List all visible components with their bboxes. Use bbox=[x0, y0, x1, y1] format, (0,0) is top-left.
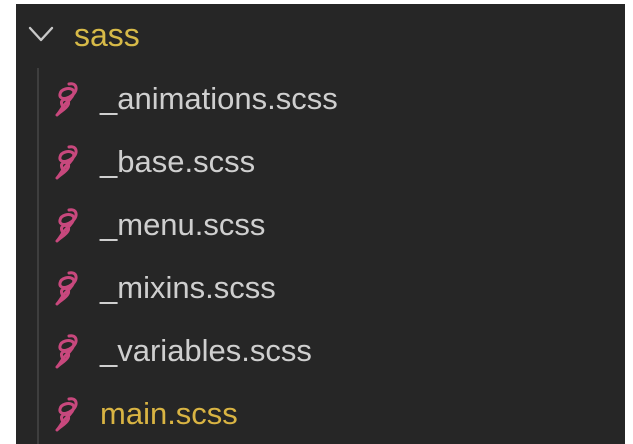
sass-file-icon bbox=[55, 334, 78, 369]
file-row-variables[interactable]: _variables.scss bbox=[16, 320, 625, 383]
file-label: main.scss bbox=[100, 396, 238, 431]
file-explorer: sass _animations.scss _base.scss _menu.s… bbox=[16, 4, 625, 444]
file-row-menu[interactable]: _menu.scss bbox=[16, 194, 625, 257]
folder-row-sass[interactable]: sass bbox=[16, 4, 625, 67]
file-label: _base.scss bbox=[100, 144, 256, 179]
file-row-mixins[interactable]: _mixins.scss bbox=[16, 257, 625, 320]
file-row-animations[interactable]: _animations.scss bbox=[16, 68, 625, 131]
file-row-main[interactable]: main.scss bbox=[16, 383, 625, 444]
folder-label: sass bbox=[74, 17, 140, 53]
file-label: _menu.scss bbox=[100, 207, 266, 242]
sass-file-icon bbox=[55, 397, 78, 432]
sass-file-icon bbox=[55, 145, 78, 180]
file-label: _mixins.scss bbox=[100, 270, 276, 305]
file-row-base[interactable]: _base.scss bbox=[16, 131, 625, 194]
sass-file-icon bbox=[55, 82, 78, 117]
sass-file-icon bbox=[55, 208, 78, 243]
file-label: _variables.scss bbox=[100, 333, 312, 368]
sass-file-icon bbox=[55, 271, 78, 306]
file-label: _animations.scss bbox=[100, 81, 338, 116]
chevron-down-icon bbox=[28, 26, 54, 42]
